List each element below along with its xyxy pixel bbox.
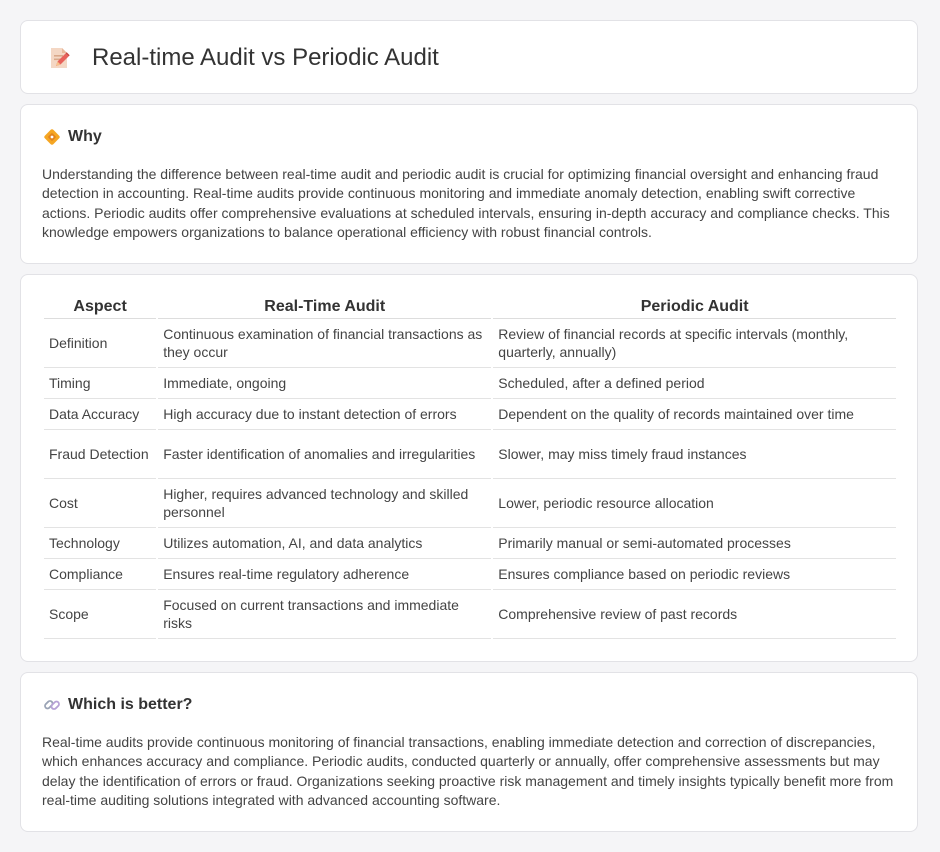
aspect-cell: Scope [44,590,157,639]
why-heading: Why [43,127,102,147]
realtime-cell: Higher, requires advanced technology and… [158,479,492,528]
periodic-cell: Review of financial records at specific … [493,319,896,368]
link-icon [43,696,61,714]
which-is-better-section: Which is better? Real-time audits provid… [20,672,918,832]
realtime-cell: Utilizes automation, AI, and data analyt… [158,528,492,559]
realtime-cell: Focused on current transactions and imme… [158,590,492,639]
document-pencil-icon [47,46,71,70]
header-periodic: Periodic Audit [493,296,896,319]
table-row: Technology Utilizes automation, AI, and … [44,528,896,559]
periodic-cell: Ensures compliance based on periodic rev… [493,559,896,590]
comparison-table: Aspect Real-Time Audit Periodic Audit De… [42,296,898,639]
aspect-cell: Fraud Detection [44,430,157,479]
realtime-cell: Faster identification of anomalies and i… [158,430,492,479]
table-row: Fraud Detection Faster identification of… [44,430,896,479]
comparison-section: Aspect Real-Time Audit Periodic Audit De… [20,274,918,662]
periodic-cell: Comprehensive review of past records [493,590,896,639]
table-row: Compliance Ensures real-time regulatory … [44,559,896,590]
better-heading: Which is better? [43,695,192,715]
realtime-cell: Immediate, ongoing [158,368,492,399]
why-section: Why Understanding the difference between… [20,104,918,264]
aspect-cell: Technology [44,528,157,559]
realtime-cell: High accuracy due to instant detection o… [158,399,492,430]
periodic-cell: Dependent on the quality of records main… [493,399,896,430]
table-row: Definition Continuous examination of fin… [44,319,896,368]
aspect-cell: Compliance [44,559,157,590]
aspect-cell: Data Accuracy [44,399,157,430]
aspect-cell: Timing [44,368,157,399]
realtime-cell: Ensures real-time regulatory adherence [158,559,492,590]
header-aspect: Aspect [44,296,157,319]
table-row: Timing Immediate, ongoing Scheduled, aft… [44,368,896,399]
why-title: Why [68,128,102,145]
periodic-cell: Slower, may miss timely fraud instances [493,430,896,479]
table-row: Data Accuracy High accuracy due to insta… [44,399,896,430]
periodic-cell: Scheduled, after a defined period [493,368,896,399]
periodic-cell: Primarily manual or semi-automated proce… [493,528,896,559]
why-text: Understanding the difference between rea… [42,166,890,241]
table-row: Scope Focused on current transactions an… [44,590,896,639]
page-title: Real-time Audit vs Periodic Audit [92,44,439,71]
header-realtime: Real-Time Audit [158,296,492,319]
better-title: Which is better? [68,696,193,713]
header-card: Real-time Audit vs Periodic Audit [20,20,918,94]
better-text: Real-time audits provide continuous moni… [42,734,894,809]
table-row: Cost Higher, requires advanced technolog… [44,479,896,528]
table-header-row: Aspect Real-Time Audit Periodic Audit [44,296,896,319]
aspect-cell: Definition [44,319,157,368]
periodic-cell: Lower, periodic resource allocation [493,479,896,528]
realtime-cell: Continuous examination of financial tran… [158,319,492,368]
diamond-icon [43,128,61,146]
aspect-cell: Cost [44,479,157,528]
